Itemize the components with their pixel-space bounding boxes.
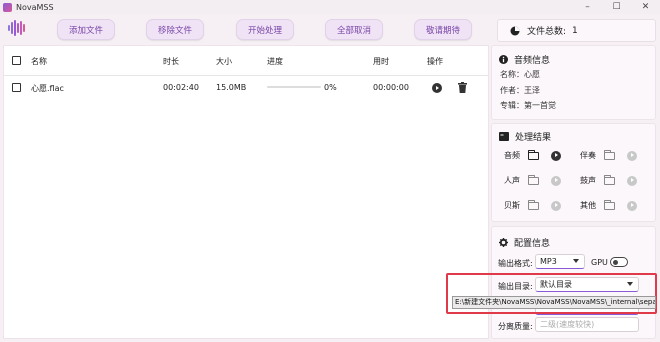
results-card: 处理结果 音频 伴奏 人声 鼓声 贝斯 其他 — [491, 123, 656, 222]
play-icon[interactable] — [627, 200, 637, 211]
chevron-down-icon — [573, 259, 579, 263]
coming-soon-button[interactable]: 敬请期待 — [414, 19, 472, 40]
play-icon[interactable] — [627, 150, 637, 161]
row-checkbox[interactable] — [12, 83, 21, 92]
result-label-bass: 贝斯 — [504, 201, 520, 210]
play-icon[interactable] — [432, 83, 442, 93]
remove-file-button[interactable]: 移除文件 — [146, 19, 204, 40]
row-elapsed: 00:00:00 — [373, 83, 409, 92]
header-size: 大小 — [216, 57, 232, 66]
row-progress-percent: 0% — [324, 83, 337, 92]
quality-value: 二级(速度较快) — [540, 320, 595, 329]
output-format-dropdown[interactable]: MP3 — [535, 254, 585, 269]
audio-album: 专辑：第一首觉 — [500, 101, 556, 110]
file-count-value: 1 — [572, 25, 578, 36]
row-duration: 00:02:40 — [163, 83, 199, 92]
folder-icon[interactable] — [528, 149, 539, 160]
start-processing-button[interactable]: 开始处理 — [236, 19, 294, 40]
result-label-vocals: 人声 — [504, 176, 520, 185]
terminal-icon — [499, 132, 509, 141]
row-file-name: 心愿.flac — [31, 84, 64, 93]
close-button[interactable]: ✕ — [631, 0, 660, 14]
row-size: 15.0MB — [216, 83, 247, 92]
gear-icon — [499, 238, 508, 247]
folder-icon[interactable] — [604, 149, 615, 160]
row-progress-bar — [267, 86, 321, 88]
play-icon[interactable] — [551, 150, 561, 161]
window-controls: – ☐ ✕ — [573, 0, 660, 14]
play-icon[interactable] — [551, 175, 561, 186]
trash-icon[interactable] — [458, 82, 467, 93]
result-other: 其他 — [580, 196, 652, 215]
config-title-text: 配置信息 — [514, 239, 551, 249]
maximize-button[interactable]: ☐ — [602, 0, 631, 14]
result-label-audio: 音频 — [504, 151, 520, 160]
audio-info-card: 音频信息 名称：心愿 作者：王泽 专辑：第一首觉 — [491, 45, 656, 120]
file-list-panel: 名称 时长 大小 进度 用时 操作 心愿.flac 00:02:40 15.0M… — [3, 45, 489, 339]
output-dir-tooltip: E:\新建文件夹\NovaMSS\NovaMSS\NovaMSS\_intern… — [452, 296, 656, 309]
output-format-label: 输出格式: — [498, 259, 533, 268]
title-bar: NovaMSS – ☐ ✕ — [0, 0, 660, 14]
audio-name: 名称：心愿 — [500, 70, 540, 79]
file-count-label: 文件总数: — [527, 27, 567, 37]
window-title: NovaMSS — [16, 2, 54, 12]
quality-label: 分离质量: — [498, 322, 533, 331]
result-accompaniment: 伴奏 — [580, 146, 652, 165]
result-bass: 贝斯 — [504, 196, 576, 215]
folder-icon[interactable] — [604, 199, 615, 210]
audio-artist: 作者：王泽 — [500, 86, 540, 95]
file-count-card: 文件总数: 1 — [497, 19, 656, 42]
folder-icon[interactable] — [528, 199, 539, 210]
header-elapsed: 用时 — [373, 57, 389, 66]
config-title: 配置信息 — [499, 236, 550, 249]
header-actions: 操作 — [427, 57, 443, 66]
result-label-other: 其他 — [580, 201, 596, 210]
audio-info-title-text: 音频信息 — [514, 56, 551, 66]
output-format-value: MP3 — [540, 257, 557, 266]
play-icon[interactable] — [627, 175, 637, 186]
add-file-button[interactable]: 添加文件 — [57, 19, 115, 40]
header-progress: 进度 — [267, 57, 283, 66]
result-vocals-instrumental: 音频 — [504, 146, 576, 165]
pie-chart-icon — [510, 26, 520, 35]
header-duration: 时长 — [163, 57, 179, 66]
select-all-checkbox[interactable] — [12, 56, 21, 65]
folder-icon[interactable] — [604, 174, 615, 185]
cancel-all-button[interactable]: 全部取消 — [325, 19, 383, 40]
results-title: 处理结果 — [499, 130, 551, 143]
result-label-drums: 鼓声 — [580, 176, 596, 185]
gpu-toggle[interactable] — [610, 257, 628, 267]
app-icon — [3, 2, 12, 12]
waveform-logo-icon — [8, 20, 28, 36]
gpu-label: GPU — [591, 258, 608, 267]
results-title-text: 处理结果 — [515, 133, 552, 143]
header-name: 名称 — [31, 57, 47, 66]
info-icon — [499, 55, 508, 64]
result-vocals: 人声 — [504, 171, 576, 190]
table-header: 名称 时长 大小 进度 用时 操作 — [4, 46, 488, 76]
minimize-button[interactable]: – — [573, 0, 602, 14]
play-icon[interactable] — [551, 200, 561, 211]
result-drums: 鼓声 — [580, 171, 652, 190]
result-label-accompaniment: 伴奏 — [580, 151, 596, 160]
quality-dropdown[interactable]: 二级(速度较快) — [535, 317, 639, 332]
folder-icon[interactable] — [528, 174, 539, 185]
audio-info-title: 音频信息 — [499, 53, 550, 66]
